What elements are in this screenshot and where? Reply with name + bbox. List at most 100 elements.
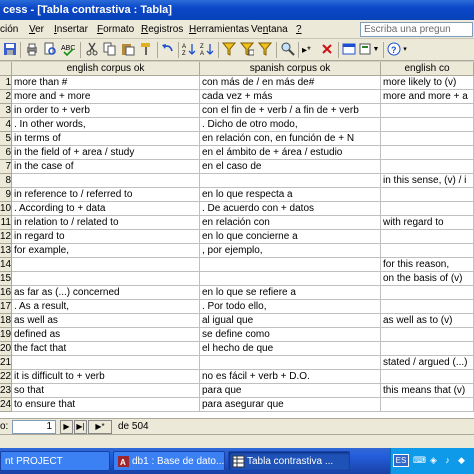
cell-spanish[interactable]	[200, 258, 381, 272]
format-painter-icon[interactable]	[138, 42, 154, 58]
cell-english[interactable]: in the case of	[12, 160, 200, 174]
row-selector[interactable]: 5	[0, 132, 12, 146]
keyboard-icon[interactable]: ⌨	[413, 454, 426, 467]
network-icon[interactable]: ◈	[427, 454, 440, 467]
find-icon[interactable]	[280, 42, 296, 58]
cell-spanish[interactable]: para asegurar que	[200, 398, 381, 412]
spelling-icon[interactable]: ABC	[60, 42, 76, 58]
cell-spanish[interactable]: en relación con	[200, 216, 381, 230]
cell-english-2[interactable]	[381, 146, 474, 160]
cell-english-2[interactable]	[381, 300, 474, 314]
cell-english-2[interactable]	[381, 132, 474, 146]
row-selector[interactable]: 4	[0, 118, 12, 132]
cell-spanish[interactable]	[200, 174, 381, 188]
last-record-button[interactable]: ▶|	[74, 420, 87, 434]
cell-english-2[interactable]	[381, 230, 474, 244]
copy-icon[interactable]	[102, 42, 118, 58]
cell-english[interactable]: more and + more	[12, 90, 200, 104]
cell-spanish[interactable]: al igual que	[200, 314, 381, 328]
chevron-down-icon[interactable]: ▼	[372, 42, 380, 58]
new-record-button[interactable]: ▶*	[88, 420, 112, 434]
cell-english-2[interactable]: stated / argued (...)	[381, 356, 474, 370]
apply-filter-icon[interactable]	[257, 42, 273, 58]
row-selector[interactable]: 9	[0, 188, 12, 202]
cell-english-2[interactable]: in this sense, (v) / i	[381, 174, 474, 188]
cell-english-2[interactable]	[381, 104, 474, 118]
cell-english[interactable]: . As a result,	[12, 300, 200, 314]
cell-english[interactable]: for example,	[12, 244, 200, 258]
cell-english-2[interactable]	[381, 286, 474, 300]
cell-spanish[interactable]: para que	[200, 384, 381, 398]
cell-english-2[interactable]: with regard to	[381, 216, 474, 230]
cell-spanish[interactable]: . Por todo ello,	[200, 300, 381, 314]
cell-english-2[interactable]	[381, 160, 474, 174]
cell-english-2[interactable]	[381, 370, 474, 384]
menu-help[interactable]: ?	[296, 23, 302, 36]
cell-english-2[interactable]: more and more + a	[381, 90, 474, 104]
taskbar-item-project[interactable]: nt PROJECT	[0, 451, 110, 471]
cell-english[interactable]: . In other words,	[12, 118, 200, 132]
cell-spanish[interactable]: el hecho de que	[200, 342, 381, 356]
cell-english[interactable]	[12, 258, 200, 272]
cell-english-2[interactable]	[381, 398, 474, 412]
cell-english[interactable]: in reference to / referred to	[12, 188, 200, 202]
row-selector[interactable]: 10	[0, 202, 12, 216]
cell-english[interactable]: it is difficult to + verb	[12, 370, 200, 384]
row-selector[interactable]: 12	[0, 230, 12, 244]
cell-spanish[interactable]: con más de / en más de#	[200, 76, 381, 90]
filter-by-selection-icon[interactable]	[221, 42, 237, 58]
cell-spanish[interactable]: en el caso de	[200, 160, 381, 174]
column-header-spanish[interactable]: spanish corpus ok	[200, 62, 381, 76]
row-selector[interactable]: 13	[0, 244, 12, 258]
paste-icon[interactable]	[120, 42, 136, 58]
cell-english[interactable]	[12, 272, 200, 286]
cell-spanish[interactable]	[200, 356, 381, 370]
help-search-input[interactable]: Escriba una pregun	[360, 22, 473, 37]
menu-herramientas[interactable]: Herramientas	[189, 23, 249, 36]
cell-english-2[interactable]	[381, 188, 474, 202]
cell-english-2[interactable]	[381, 342, 474, 356]
row-selector[interactable]: 3	[0, 104, 12, 118]
row-selector[interactable]: 8	[0, 174, 12, 188]
filter-by-form-icon[interactable]	[239, 42, 255, 58]
cell-english[interactable]: in relation to / related to	[12, 216, 200, 230]
next-record-button[interactable]: ▶	[60, 420, 73, 434]
cell-english[interactable]: more than #	[12, 76, 200, 90]
cell-english[interactable]: as far as (...) concerned	[12, 286, 200, 300]
row-selector[interactable]: 14	[0, 258, 12, 272]
column-header-english[interactable]: english corpus ok	[12, 62, 200, 76]
cell-spanish[interactable]: . Dicho de otro modo,	[200, 118, 381, 132]
cell-spanish[interactable]: cada vez + más	[200, 90, 381, 104]
row-selector[interactable]: 2	[0, 90, 12, 104]
cell-english[interactable]: to ensure that	[12, 398, 200, 412]
menu-edicion[interactable]: ción	[0, 23, 18, 36]
cell-english[interactable]: so that	[12, 384, 200, 398]
cell-english[interactable]: in order to + verb	[12, 104, 200, 118]
cell-english-2[interactable]: for this reason,	[381, 258, 474, 272]
column-header-english-2[interactable]: english co	[381, 62, 474, 76]
print-icon[interactable]	[24, 42, 40, 58]
cell-english[interactable]: the fact that	[12, 342, 200, 356]
menu-ventana[interactable]: Ventana	[251, 23, 288, 36]
delete-record-icon[interactable]	[319, 42, 335, 58]
row-selector[interactable]: 24	[0, 398, 12, 412]
cell-spanish[interactable]: con el fin de + verb / a fin de + verb	[200, 104, 381, 118]
taskbar-item-db1[interactable]: A db1 : Base de dato...	[113, 451, 225, 471]
row-selector[interactable]: 6	[0, 146, 12, 160]
cell-english[interactable]	[12, 356, 200, 370]
cell-english[interactable]	[12, 174, 200, 188]
cell-english[interactable]: as well as	[12, 314, 200, 328]
language-indicator[interactable]: ES	[393, 454, 409, 467]
current-record-input[interactable]: 1	[12, 420, 56, 434]
menu-formato[interactable]: Formato	[97, 23, 134, 36]
new-record-icon[interactable]: ▸*	[301, 42, 317, 58]
cell-english-2[interactable]	[381, 202, 474, 216]
cell-english[interactable]: in terms of	[12, 132, 200, 146]
menu-registros[interactable]: Registros	[141, 23, 183, 36]
shield-icon[interactable]: ◆	[455, 454, 468, 467]
select-all-corner[interactable]	[0, 62, 12, 76]
row-selector[interactable]: 15	[0, 272, 12, 286]
row-selector[interactable]: 11	[0, 216, 12, 230]
row-selector[interactable]: 21	[0, 356, 12, 370]
cell-spanish[interactable]: no es fácil + verb + D.O.	[200, 370, 381, 384]
